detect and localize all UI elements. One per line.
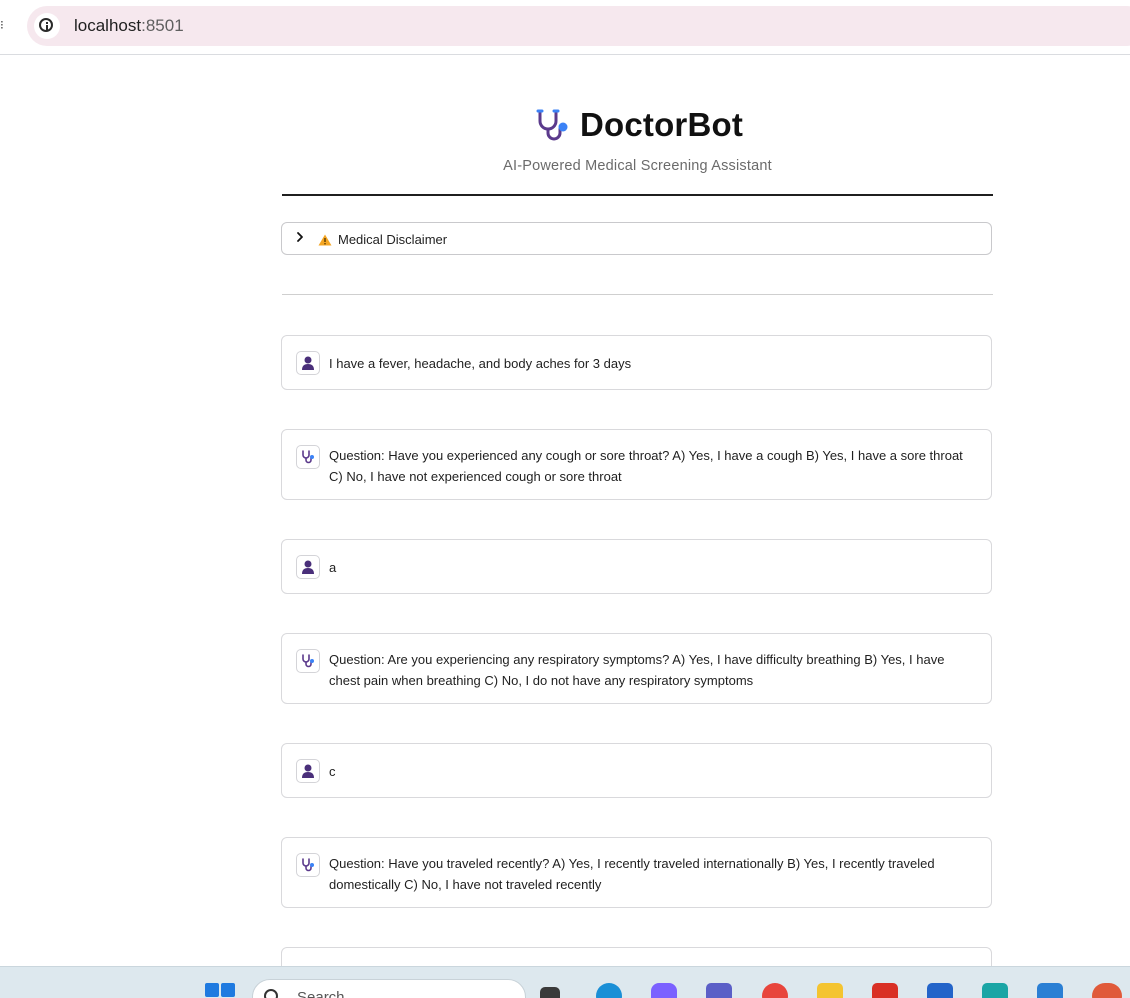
chrome-profile-icon[interactable] — [1092, 983, 1122, 998]
app-header: DoctorBot AI-Powered Medical Screening A… — [282, 100, 993, 174]
chat-message-assistant: Question: Are you experiencing any respi… — [281, 633, 992, 704]
url-host: localhost — [74, 16, 142, 35]
chrome-icon[interactable] — [762, 983, 788, 998]
chat-message-user: c — [281, 743, 992, 798]
windows-start-icon[interactable] — [205, 983, 235, 998]
copilot-icon[interactable] — [651, 983, 677, 998]
taskbar-search[interactable]: Search — [252, 979, 526, 998]
message-text: Question: Have you traveled recently? A)… — [329, 856, 935, 892]
message-text: c — [329, 764, 336, 779]
url-bar[interactable]: localhost:8501 — [27, 6, 1130, 46]
title-row: DoctorBot — [282, 100, 993, 150]
message-text: Question: Have you experienced any cough… — [329, 448, 963, 484]
user-icon — [302, 356, 314, 370]
page-subtitle: AI-Powered Medical Screening Assistant — [503, 158, 772, 174]
app-icon[interactable] — [982, 983, 1008, 998]
file-explorer-icon[interactable] — [817, 983, 843, 998]
gmail-icon[interactable] — [872, 983, 898, 998]
section-divider — [282, 294, 993, 295]
user-avatar — [296, 555, 320, 579]
stethoscope-icon — [302, 654, 314, 668]
url-text[interactable]: localhost:8501 — [74, 16, 184, 36]
store-icon[interactable] — [927, 983, 953, 998]
disclaimer-label: Medical Disclaimer — [338, 232, 448, 247]
header-divider — [282, 194, 993, 196]
edge-icon[interactable] — [596, 983, 622, 998]
stethoscope-icon — [536, 109, 568, 141]
assistant-avatar — [296, 445, 320, 469]
windows-taskbar: Search — [0, 966, 1130, 998]
user-avatar — [296, 759, 320, 783]
browser-address-bar: ⁝ localhost:8501 — [0, 0, 1130, 55]
info-icon[interactable] — [34, 13, 60, 39]
assistant-avatar — [296, 853, 320, 877]
chat-message-assistant: Question: Have you traveled recently? A)… — [281, 837, 992, 908]
teams-icon[interactable] — [706, 983, 732, 998]
stethoscope-icon — [302, 450, 314, 464]
stethoscope-icon — [302, 858, 314, 872]
user-icon — [302, 560, 314, 574]
page-title: DoctorBot — [579, 106, 744, 143]
chat-message-assistant: Question: Have you experienced any cough… — [281, 429, 992, 500]
user-avatar — [296, 351, 320, 375]
message-text: I have a fever, headache, and body aches… — [329, 356, 632, 371]
browser-edge-mark: ⁝ — [0, 18, 4, 32]
url-port: :8501 — [141, 16, 184, 35]
user-icon — [302, 764, 314, 778]
vscode-icon[interactable] — [1037, 983, 1063, 998]
disclaimer-expander[interactable]: Medical Disclaimer — [281, 222, 992, 255]
chat-message-user: I have a fever, headache, and body aches… — [281, 335, 992, 390]
message-text: Question: Are you experiencing any respi… — [329, 652, 945, 688]
chat-message-user: a — [281, 539, 992, 594]
message-text: a — [329, 560, 337, 575]
warning-icon — [318, 234, 332, 246]
chevron-right-icon — [297, 232, 303, 242]
assistant-avatar — [296, 649, 320, 673]
task-view-icon[interactable] — [540, 987, 560, 998]
